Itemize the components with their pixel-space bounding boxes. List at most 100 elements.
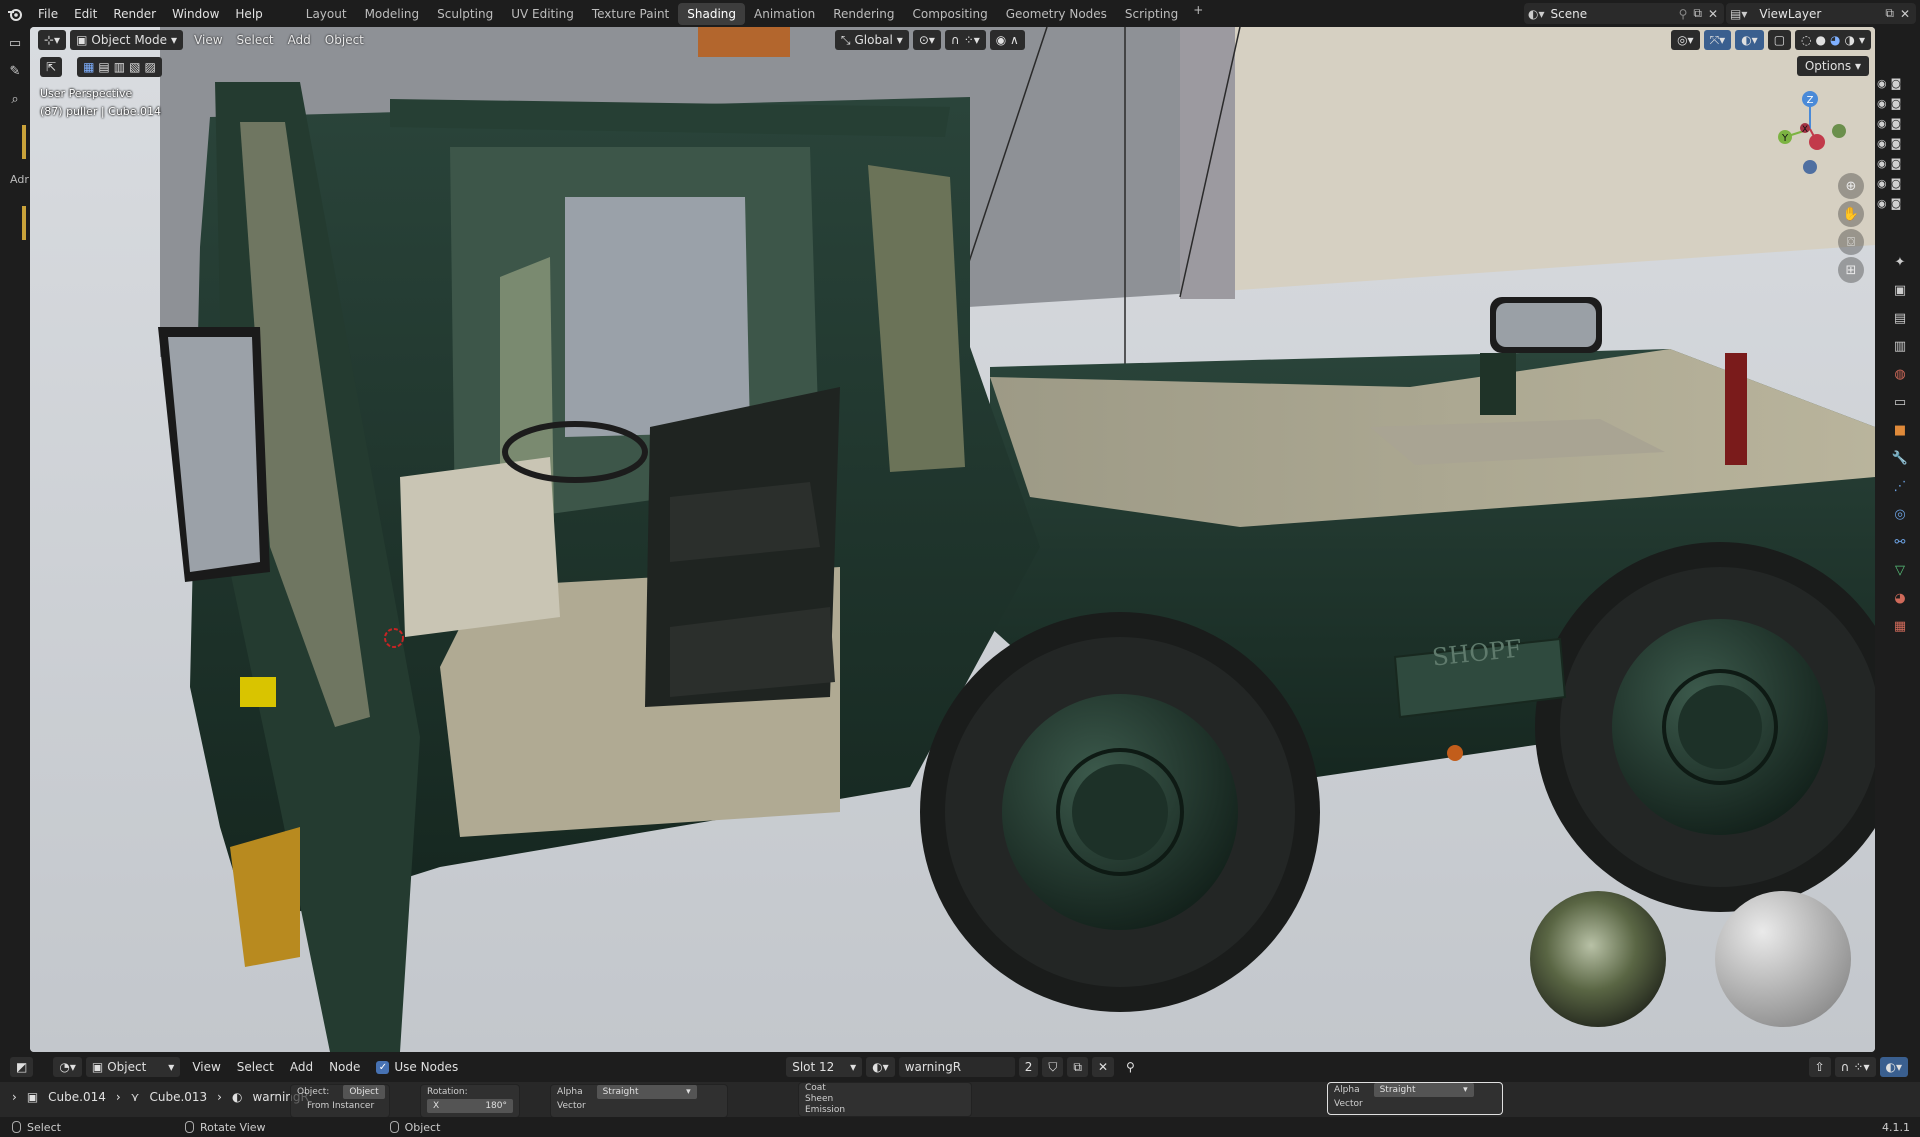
fake-user-button[interactable]: ⛉ [1042,1057,1064,1077]
tab-layout[interactable]: Layout [297,3,356,25]
menu-object[interactable]: Object [318,33,371,47]
3d-viewport[interactable]: SHOPF ⊹▾ ▣ Object Mode ▾ View Select Add… [30,27,1875,1052]
world-tab-icon[interactable]: ▭ [1887,389,1913,415]
solid-shading-icon[interactable]: ● [1816,30,1826,50]
select-mode-buttons[interactable]: ▦ ▤ ▥ ▧ ▨ [77,57,162,77]
constraints-tab-icon[interactable]: ⚯ [1887,529,1913,555]
object-tab-icon[interactable]: ■ [1887,417,1913,443]
data-tab-icon[interactable]: ▽ [1887,557,1913,583]
overlay-toggle[interactable]: ◐▾ [1735,30,1764,50]
material-browse-button[interactable]: ◐▾ [866,1057,895,1077]
rendered-shading-icon[interactable]: ◑ [1844,30,1854,50]
tab-texture-paint[interactable]: Texture Paint [583,3,678,25]
x-axis-handle[interactable] [1809,134,1825,150]
use-nodes-toggle[interactable]: ✓ Use Nodes [368,1060,466,1074]
select-tool-icon[interactable]: ⇱ [40,57,63,77]
file-browser-icon[interactable]: ✎ [3,59,27,83]
tab-sculpting[interactable]: Sculpting [428,3,502,25]
node-object-selector[interactable]: ▣ Object ▾ [85,1057,181,1077]
output-tab-icon[interactable]: ▤ [1887,305,1913,331]
texture-tab-icon[interactable]: ▦ [1887,613,1913,639]
view-layer-selector[interactable]: ▤▾ ViewLayer ⧉ ✕ [1726,3,1916,24]
grid-ortho-icon[interactable]: ⊞ [1838,257,1864,283]
tab-shading[interactable]: Shading [678,2,745,25]
menu-help[interactable]: Help [227,3,270,25]
tab-geometry-nodes[interactable]: Geometry Nodes [997,3,1116,25]
blender-logo-icon[interactable] [0,0,30,27]
checkbox-checked-icon[interactable]: ✓ [376,1060,390,1074]
rotation-x-field[interactable]: X 180° [427,1099,513,1113]
node-menu-node[interactable]: Node [321,1060,368,1074]
bsdf-sheen-panel[interactable]: Sheen [805,1094,833,1105]
zoom-icon[interactable]: ⊕ [1838,173,1864,199]
camera-icon[interactable]: ◙ [1891,77,1902,90]
slot-selector[interactable]: Slot 12 ▾ [786,1057,863,1077]
shader-type-button[interactable]: ◔▾ [53,1057,82,1077]
camera-icon[interactable]: ◙ [1891,137,1902,150]
transform-orientation-selector[interactable]: ⤡ Global ▾ [834,30,909,50]
breadcrumb-object[interactable]: Cube.014 [48,1090,106,1104]
menu-edit[interactable]: Edit [66,3,105,25]
node-snap-toggle[interactable]: ∩ ⁘▾ [1834,1057,1876,1077]
outliner-row[interactable]: ◉ ◙ [1875,173,1905,193]
alpha-mode-dropdown-2[interactable]: Straight ▾ [1373,1083,1474,1097]
material-users-count[interactable]: 2 [1018,1057,1039,1077]
gizmo-toggle[interactable]: ⤧▾ [1703,30,1732,50]
new-view-layer-icon[interactable]: ⧉ [1885,6,1894,21]
shading-modes[interactable]: ◌ ● ◕ ◑ ▾ [1795,30,1871,50]
menu-window[interactable]: Window [164,3,227,25]
scene-selector[interactable]: ◐▾ Scene ⚲ ⧉ ✕ [1524,3,1724,24]
add-workspace-button[interactable]: + [1187,3,1209,25]
new-scene-icon[interactable]: ⧉ [1693,6,1702,21]
tab-modeling[interactable]: Modeling [356,3,429,25]
parent-node-tree-button[interactable]: ⇧ [1808,1057,1831,1077]
pin-icon[interactable]: ⚲ [1118,1060,1143,1074]
menu-file[interactable]: File [30,3,66,25]
pan-hand-icon[interactable]: ✋ [1838,201,1864,227]
select-box-icon[interactable]: ▦ [83,57,94,77]
outliner-row[interactable]: ◉ ◙ [1875,93,1905,113]
node-menu-view[interactable]: View [184,1060,228,1074]
modifier-tab-icon[interactable]: 🔧 [1887,445,1913,471]
tab-uv-editing[interactable]: UV Editing [502,3,583,25]
outliner-row[interactable]: ◉ ◙ [1875,73,1905,93]
eye-icon[interactable]: ◉ [1877,117,1887,130]
editor-type-button[interactable]: ⊹▾ [38,30,67,50]
material-tab-icon[interactable]: ◕ [1887,585,1913,611]
mapping-node[interactable]: Rotation: X 180° [420,1084,520,1117]
extend-icon[interactable]: ▤ [98,57,109,77]
scene-tab-icon[interactable]: ◍ [1887,361,1913,387]
menu-view[interactable]: View [187,33,229,47]
outliner-row[interactable]: ◉ ◙ [1875,133,1905,153]
navigation-gizmo[interactable]: Z Y X [1765,87,1855,177]
xray-toggle[interactable]: ▢ [1767,30,1792,50]
proportional-edit-toggle[interactable]: ◉ ∧ [989,30,1025,50]
tab-rendering[interactable]: Rendering [824,3,903,25]
eye-icon[interactable]: ◉ [1877,157,1887,170]
outliner-row[interactable]: ◉ ◙ [1875,153,1905,173]
wireframe-shading-icon[interactable]: ◌ [1801,30,1811,50]
pin-icon[interactable]: ⚲ [1679,7,1688,21]
alpha-mode-dropdown[interactable]: Straight ▾ [596,1085,697,1099]
eye-icon[interactable]: ◉ [1877,177,1887,190]
image-texture-node[interactable]: Alpha Straight ▾ Vector [550,1084,728,1117]
tab-scripting[interactable]: Scripting [1116,3,1187,25]
node-overlay-toggle[interactable]: ◐▾ [1879,1057,1908,1077]
tab-compositing[interactable]: Compositing [903,3,996,25]
camera-icon[interactable]: ⌼ [1838,229,1864,255]
outliner-row[interactable]: ◉ ◙ [1875,113,1905,133]
camera-icon[interactable]: ◙ [1891,157,1902,170]
unlink-material-button[interactable]: ✕ [1091,1057,1114,1077]
invert-icon[interactable]: ▧ [129,57,140,77]
menu-add[interactable]: Add [281,33,318,47]
delete-scene-icon[interactable]: ✕ [1708,7,1718,21]
intersect-icon[interactable]: ▨ [144,57,155,77]
pivot-point-button[interactable]: ⊙▾ [912,30,941,50]
search-icon[interactable]: ⌕ [3,87,27,111]
node-menu-select[interactable]: Select [229,1060,282,1074]
duplicate-material-button[interactable]: ⧉ [1067,1057,1088,1077]
snap-toggle[interactable]: ∩ ⁘▾ [944,30,986,50]
outliner-row[interactable]: ◉ ◙ [1875,193,1905,213]
menu-render[interactable]: Render [105,3,164,25]
options-dropdown[interactable]: Options ▾ [1796,56,1869,76]
